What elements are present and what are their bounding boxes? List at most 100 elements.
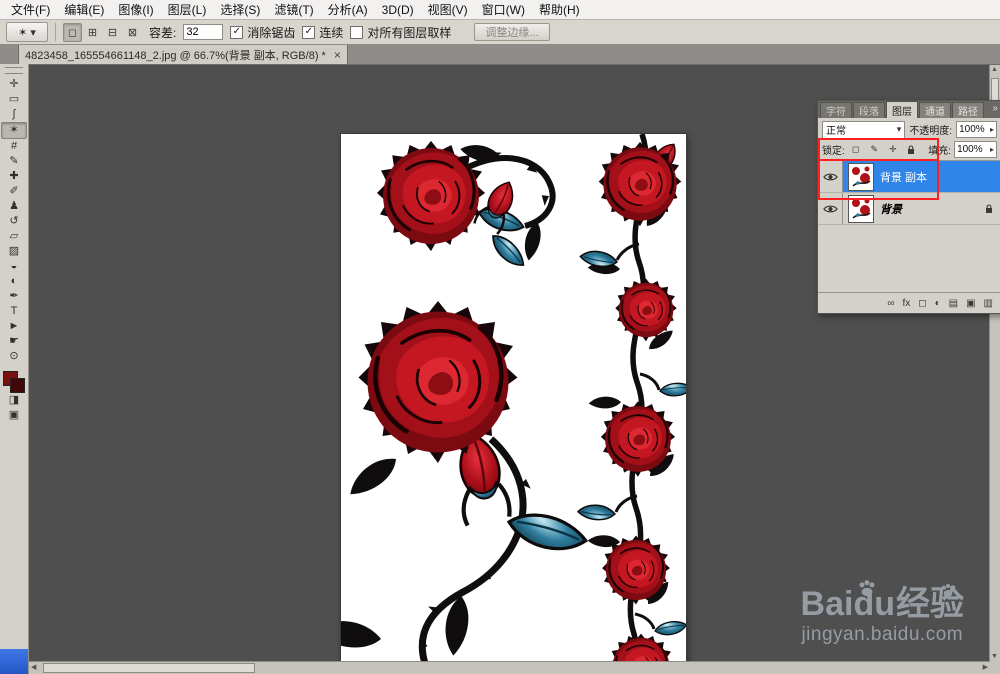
opacity-input[interactable]: 100% ▸: [956, 121, 997, 138]
opacity-value: 100%: [959, 124, 985, 135]
menu-help[interactable]: 帮助(H): [532, 0, 587, 20]
layer-thumbnail[interactable]: [848, 194, 874, 223]
layer-name: 背景 副本: [880, 171, 928, 184]
layer-group-button[interactable]: ▤: [949, 298, 958, 309]
slider-arrow-icon: ▸: [989, 125, 994, 134]
document-canvas[interactable]: [341, 134, 686, 662]
crop-tool-icon: #: [10, 140, 18, 152]
link-layers-button[interactable]: ∞: [887, 298, 894, 309]
panel-collapse-icon[interactable]: »: [992, 103, 998, 114]
scroll-up-icon[interactable]: ▲: [991, 66, 998, 73]
horizontal-scrollbar[interactable]: ◀ ▶: [29, 661, 990, 674]
lock-all-button[interactable]: [904, 142, 920, 158]
antialias-label: 消除锯齿: [247, 25, 296, 40]
menu-image[interactable]: 图像(I): [111, 0, 160, 20]
document-tab[interactable]: 4823458_165554661148_2.jpg @ 66.7%(背景 副本…: [18, 44, 348, 64]
adjustment-layer-button[interactable]: ◐: [935, 298, 941, 309]
marquee-tool[interactable]: ▭: [2, 92, 26, 107]
subtract-selection-button[interactable]: ⊟: [103, 23, 122, 42]
toolbar-grip[interactable]: [5, 67, 23, 74]
lock-icon: [985, 203, 993, 214]
watermark-brand-en: Baidu: [800, 585, 895, 623]
layer-mask-button[interactable]: ◻: [918, 298, 926, 309]
healing-brush-tool[interactable]: ✚: [2, 169, 26, 184]
menu-window[interactable]: 窗口(W): [475, 0, 532, 20]
fill-label: 填充:: [928, 146, 952, 157]
menu-edit[interactable]: 编辑(E): [57, 0, 111, 20]
eraser-tool-icon: ▱: [9, 230, 19, 242]
layer-row-background[interactable]: 背景: [818, 193, 1000, 225]
sample-all-layers-checkbox[interactable]: 对所有图层取样: [350, 24, 451, 41]
rose-artwork: [341, 134, 686, 662]
tab-paragraph[interactable]: 段落: [853, 102, 885, 118]
menu-file[interactable]: 文件(F): [4, 0, 57, 20]
eyedropper-tool-icon: ✎: [9, 155, 19, 167]
screen-mode-button[interactable]: ▣: [2, 408, 26, 423]
scroll-left-icon[interactable]: ◀: [31, 664, 36, 671]
add-selection-button[interactable]: ⊞: [83, 23, 102, 42]
blend-mode-select[interactable]: 正常 ▾: [822, 120, 906, 139]
refine-edge-button[interactable]: 调整边缘...: [474, 23, 550, 41]
clone-stamp-tool[interactable]: ♟: [2, 199, 26, 214]
tab-layers[interactable]: 图层: [886, 101, 918, 118]
move-tool[interactable]: ✛: [2, 77, 26, 92]
fill-input[interactable]: 100% ▸: [954, 141, 998, 158]
layer-content[interactable]: 背景: [843, 193, 1000, 224]
paw-icon: [940, 571, 956, 605]
lock-transparency-button[interactable]: ◻: [848, 142, 864, 158]
menu-3d[interactable]: 3D(D): [375, 1, 421, 19]
magic-wand-tool[interactable]: ✶: [1, 122, 27, 139]
slider-arrow-icon: ▸: [990, 145, 995, 154]
tolerance-input[interactable]: [183, 24, 224, 40]
path-select-tool-icon: ►: [8, 320, 20, 332]
history-brush-tool[interactable]: ↺: [2, 214, 26, 229]
pen-tool[interactable]: ✒: [2, 289, 26, 304]
tool-preset-button[interactable]: ✶ ▾: [6, 22, 48, 42]
gradient-tool[interactable]: ▨: [2, 244, 26, 259]
eyedropper-tool[interactable]: ✎: [2, 154, 26, 169]
checkbox-unchecked-icon: [350, 25, 364, 39]
type-tool[interactable]: T: [2, 304, 26, 319]
brush-tool[interactable]: ✐: [2, 184, 26, 199]
menu-view[interactable]: 视图(V): [421, 0, 475, 20]
tool-options-bar: ✶ ▾ ◻ ⊞ ⊟ ⊠ 容差: ✓ 消除锯齿 ✓ 连续 对所有图层取样 调整边缘…: [0, 20, 1000, 45]
layer-content[interactable]: 背景 副本: [843, 161, 1000, 192]
menu-select[interactable]: 选择(S): [213, 0, 267, 20]
blur-tool[interactable]: ◒: [2, 259, 26, 274]
menu-analysis[interactable]: 分析(A): [321, 0, 375, 20]
scroll-down-icon[interactable]: ▼: [991, 653, 998, 660]
background-color-swatch[interactable]: [10, 378, 25, 393]
layer-row-background-copy[interactable]: 背景 副本: [818, 161, 1000, 193]
horizontal-scroll-thumb[interactable]: [43, 663, 255, 673]
menu-layer[interactable]: 图层(L): [161, 0, 214, 20]
tab-paths[interactable]: 路径: [952, 102, 984, 118]
path-select-tool[interactable]: ►: [2, 319, 26, 334]
visibility-toggle[interactable]: [818, 161, 843, 192]
antialias-checkbox[interactable]: ✓ 消除锯齿: [230, 24, 295, 41]
color-swatches[interactable]: [3, 371, 25, 393]
contiguous-checkbox[interactable]: ✓ 连续: [302, 24, 343, 41]
eraser-tool[interactable]: ▱: [2, 229, 26, 244]
layer-thumbnail[interactable]: [848, 162, 874, 191]
lasso-tool[interactable]: ʃ: [2, 107, 26, 122]
tab-channels[interactable]: 通道: [919, 102, 951, 118]
hand-tool[interactable]: ☛: [2, 334, 26, 349]
intersect-selection-button[interactable]: ⊠: [123, 23, 142, 42]
zoom-tool[interactable]: ⊙: [2, 349, 26, 364]
pen-tool-icon: ✒: [9, 290, 19, 302]
new-layer-button[interactable]: ▣: [966, 298, 975, 309]
scroll-right-icon[interactable]: ▶: [983, 664, 988, 671]
gradient-tool-icon: ▨: [8, 245, 20, 257]
visibility-toggle[interactable]: [818, 193, 843, 224]
close-icon[interactable]: ×: [334, 48, 341, 62]
delete-layer-button[interactable]: ▥: [984, 298, 993, 309]
layer-style-button[interactable]: fx: [903, 298, 911, 309]
quick-mask-button[interactable]: ◨: [2, 393, 26, 408]
menu-filter[interactable]: 滤镜(T): [267, 0, 320, 20]
lock-image-button[interactable]: ✎: [866, 142, 882, 158]
crop-tool[interactable]: #: [2, 139, 26, 154]
dodge-tool[interactable]: ◐: [2, 274, 26, 289]
lock-position-button[interactable]: ✛: [885, 142, 901, 158]
tab-character[interactable]: 字符: [820, 102, 852, 118]
new-selection-button[interactable]: ◻: [63, 22, 82, 42]
